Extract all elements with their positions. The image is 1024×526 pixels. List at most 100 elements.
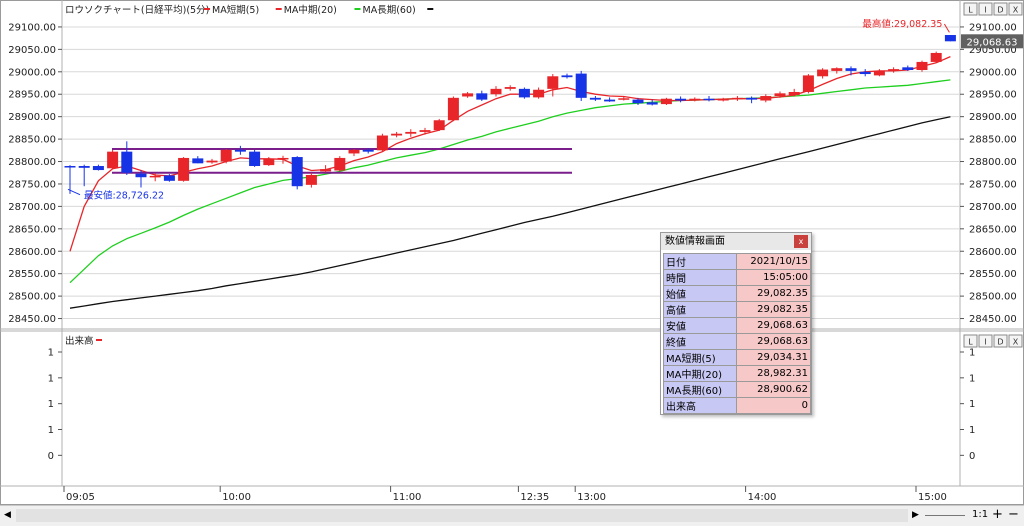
candle-body bbox=[220, 149, 232, 162]
volume-y-tick-label-left: 1 bbox=[48, 425, 54, 436]
info-row: 終値 29,068.63 bbox=[663, 333, 811, 350]
candle-body bbox=[405, 131, 417, 134]
candle-body bbox=[817, 69, 829, 77]
candle-body bbox=[391, 133, 403, 136]
candle-body bbox=[689, 98, 701, 101]
candle-body bbox=[206, 160, 218, 163]
horizontal-scrollbar[interactable]: ◀ ▶ 1:1 + − bbox=[0, 505, 1024, 526]
y-tick-label-left: 29000.00 bbox=[8, 67, 56, 78]
info-row: 安値 29,068.63 bbox=[663, 317, 811, 334]
candle-body bbox=[192, 158, 204, 164]
volume-y-tick-label-left: 0 bbox=[48, 451, 54, 462]
y-tick-label-left: 28550.00 bbox=[8, 269, 56, 280]
candle-body bbox=[533, 89, 545, 98]
candle-body bbox=[277, 157, 289, 160]
y-tick-label-left: 28650.00 bbox=[8, 224, 56, 235]
info-panel-title: 数値情報画面 bbox=[665, 236, 725, 247]
y-tick-label-left: 28500.00 bbox=[8, 292, 56, 303]
candle-body bbox=[305, 174, 317, 185]
scroll-track[interactable] bbox=[16, 509, 908, 522]
info-value: 28,900.62 bbox=[735, 381, 811, 398]
last-price-label: 29,068.63 bbox=[967, 37, 1018, 48]
candle-body bbox=[334, 157, 346, 171]
y-tick-label-left: 29100.00 bbox=[8, 22, 56, 33]
y-tick-label-left: 28850.00 bbox=[8, 135, 56, 146]
info-label: 安値 bbox=[663, 317, 737, 334]
pane-button-label: D bbox=[997, 338, 1003, 347]
volume-pane-label: 出来高 bbox=[65, 335, 94, 347]
y-tick-label-right: 28700.00 bbox=[969, 202, 1017, 213]
candle-body bbox=[760, 96, 772, 101]
candle-body bbox=[547, 76, 559, 89]
candle-body bbox=[575, 73, 587, 98]
candle-body bbox=[178, 157, 190, 181]
y-tick-label-left: 28700.00 bbox=[8, 202, 56, 213]
volume-y-tick-label-right: 0 bbox=[969, 451, 975, 462]
candle-body bbox=[78, 166, 90, 168]
info-panel-close-button[interactable]: x bbox=[794, 235, 808, 248]
pane-button-label: I bbox=[984, 338, 986, 347]
y-tick-label-right: 28600.00 bbox=[969, 247, 1017, 258]
candle-body bbox=[249, 151, 261, 167]
y-tick-label-right: 28550.00 bbox=[969, 269, 1017, 280]
candle-body bbox=[107, 151, 119, 169]
candle-body bbox=[703, 98, 715, 101]
candle-body bbox=[774, 93, 786, 97]
candle-body bbox=[234, 149, 246, 152]
volume-y-tick-label-right: 1 bbox=[969, 373, 975, 384]
candle-body bbox=[433, 120, 445, 131]
scroll-right-arrow-icon[interactable]: ▶ bbox=[912, 510, 919, 520]
candle-body bbox=[902, 67, 914, 71]
zoom-slider[interactable] bbox=[925, 515, 965, 516]
zoom-out-button[interactable]: − bbox=[1008, 507, 1019, 522]
candle-body bbox=[746, 97, 758, 100]
info-table: 日付 2021/10/15 時間 15:05:00 始値 29,082.35 高値 29… bbox=[663, 253, 811, 414]
candle-body bbox=[888, 69, 900, 71]
info-row: MA短期(5) 29,034.31 bbox=[663, 349, 811, 366]
candle-body bbox=[376, 135, 388, 151]
x-tick-label: 15:00 bbox=[918, 492, 947, 503]
candle-body bbox=[589, 97, 601, 100]
info-row: MA中期(20) 28,982.31 bbox=[663, 365, 811, 382]
y-tick-label-left: 28750.00 bbox=[8, 179, 56, 190]
candle-body bbox=[320, 169, 332, 172]
candle-body bbox=[717, 98, 729, 101]
y-tick-label-left: 28800.00 bbox=[8, 157, 56, 168]
info-label: MA短期(5) bbox=[663, 349, 737, 366]
chart-canvas: 29100.00 29100.0029050.00 29050.0029000.00… bbox=[0, 0, 1024, 505]
volume-y-tick-label-left: 1 bbox=[48, 399, 54, 410]
candle-body bbox=[632, 99, 644, 104]
high-annotation: 最高値:29,082.35 bbox=[862, 18, 942, 30]
candle-body bbox=[660, 98, 672, 105]
info-value: 29,082.35 bbox=[735, 285, 811, 302]
candle-body bbox=[135, 173, 147, 178]
y-tick-label-right: 28750.00 bbox=[969, 179, 1017, 190]
candle-body bbox=[447, 97, 459, 121]
info-label: MA長期(60) bbox=[663, 381, 737, 398]
candle-body bbox=[561, 75, 573, 78]
info-value: 28,982.31 bbox=[735, 365, 811, 382]
y-tick-label-right: 28500.00 bbox=[969, 292, 1017, 303]
scroll-left-arrow-icon[interactable]: ◀ bbox=[4, 510, 11, 520]
info-panel-header[interactable]: 数値情報画面 x bbox=[661, 233, 811, 250]
y-tick-label-right: 29000.00 bbox=[969, 67, 1017, 78]
candle-body bbox=[163, 175, 175, 181]
info-row: 日付 2021/10/15 bbox=[663, 253, 811, 270]
candle-body bbox=[944, 35, 956, 42]
candle-body bbox=[348, 149, 360, 154]
volume-y-tick-label-right: 1 bbox=[969, 399, 975, 410]
info-value: 0 bbox=[735, 397, 811, 414]
y-tick-label-left: 28950.00 bbox=[8, 90, 56, 101]
pane-button-label: D bbox=[997, 6, 1003, 15]
pane-button-label: X bbox=[1013, 338, 1019, 347]
info-value: 15:05:00 bbox=[735, 269, 811, 286]
y-tick-label-right: 28800.00 bbox=[969, 157, 1017, 168]
info-label: MA中期(20) bbox=[663, 365, 737, 382]
info-panel[interactable]: 数値情報画面 x 日付 2021/10/15 時間 15:05:00 始値 29,08… bbox=[660, 232, 812, 415]
x-tick-label: 13:00 bbox=[577, 492, 606, 503]
zoom-in-button[interactable]: + bbox=[992, 507, 1003, 522]
y-tick-label-left: 29050.00 bbox=[8, 45, 56, 56]
candle-body bbox=[646, 102, 658, 105]
candle-body bbox=[518, 88, 530, 98]
info-label: 始値 bbox=[663, 285, 737, 302]
